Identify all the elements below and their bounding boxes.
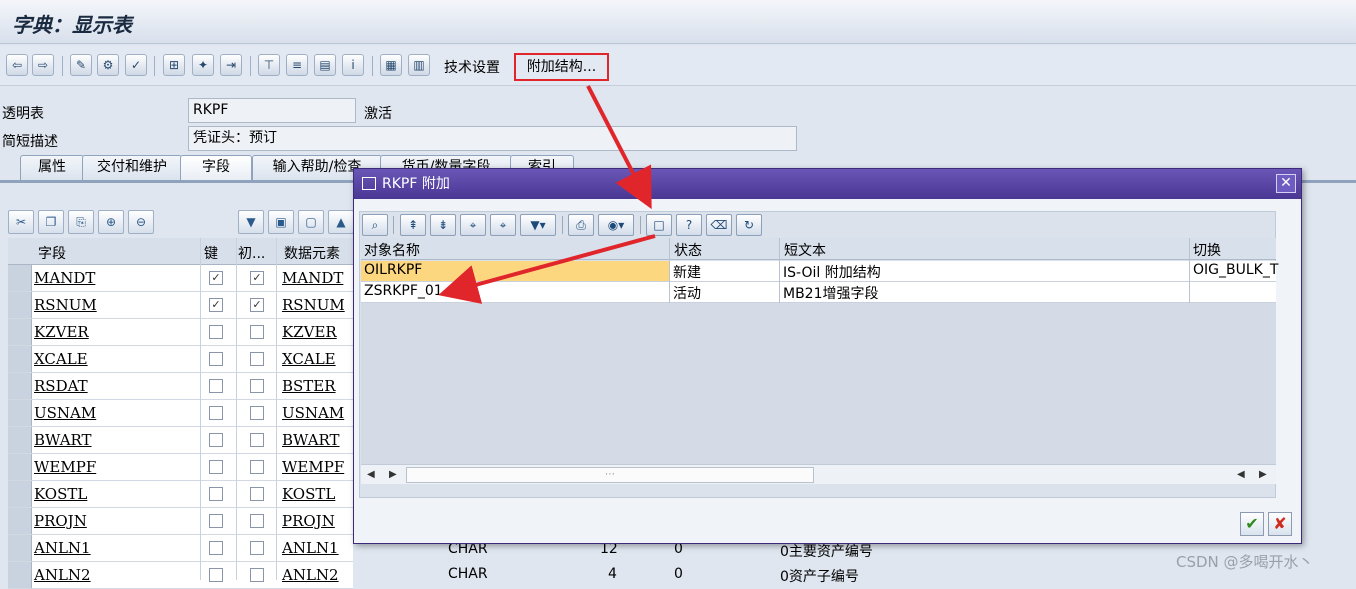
arrow-to-create xyxy=(586,85,652,210)
annotation-arrows xyxy=(438,85,656,304)
arrow-to-row xyxy=(438,234,656,304)
watermark: CSDN @多喝开水丶 xyxy=(1176,553,1314,571)
